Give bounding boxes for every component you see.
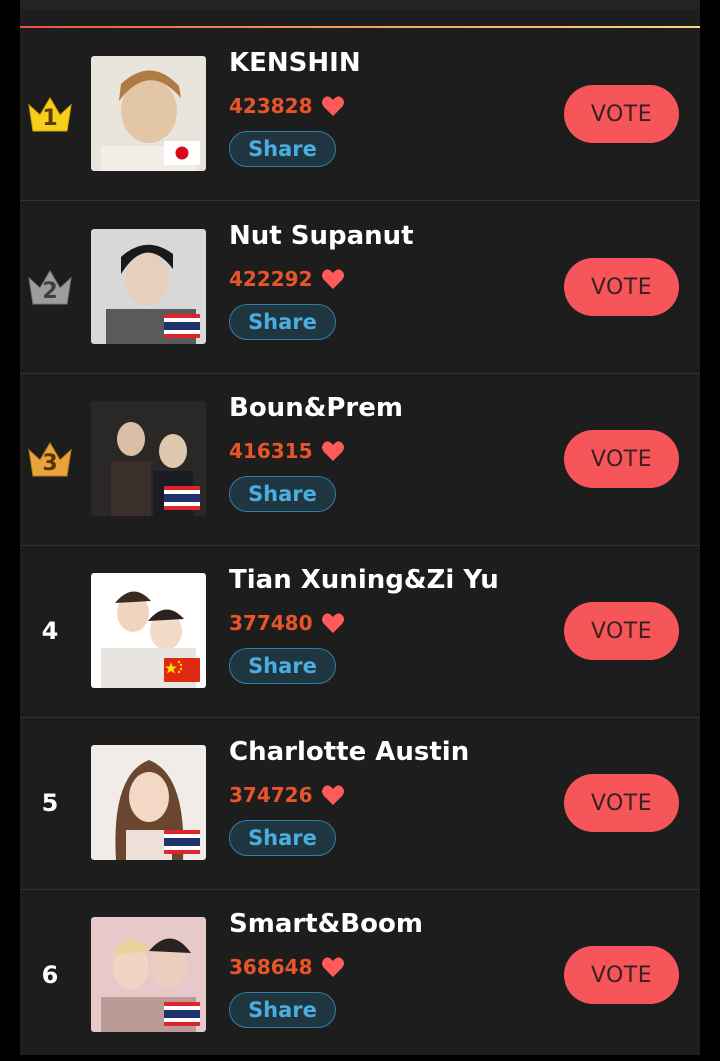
vote-count: 368648 <box>229 955 345 979</box>
vote-button[interactable]: VOTE <box>564 946 679 1004</box>
heart-icon <box>321 441 344 461</box>
rank-badge: 3 <box>20 373 80 545</box>
share-button[interactable]: Share <box>229 820 336 856</box>
ranking-row: 5 Charlotte Austin 374726 Share VOTE <box>20 717 700 890</box>
vote-count: 423828 <box>229 94 345 118</box>
heart-icon <box>321 96 344 116</box>
rank-number: 5 <box>41 789 59 817</box>
silver-crown-icon: 2 <box>25 266 75 308</box>
china-flag-icon <box>164 658 200 682</box>
heart-icon <box>321 613 344 633</box>
rank-number: 4 <box>41 617 59 645</box>
vote-count: 416315 <box>229 439 345 463</box>
share-button[interactable]: Share <box>229 131 336 167</box>
vote-count-value: 423828 <box>229 94 313 118</box>
rank-badge: 6 <box>20 889 80 1061</box>
avatar[interactable] <box>91 573 206 688</box>
contestant-name: Nut Supanut <box>229 221 414 251</box>
share-button[interactable]: Share <box>229 648 336 684</box>
bronze-crown-icon: 3 <box>25 438 75 480</box>
contestant-name: Smart&Boom <box>229 909 423 939</box>
vote-button[interactable]: VOTE <box>564 258 679 316</box>
vote-button[interactable]: VOTE <box>564 774 679 832</box>
heart-icon <box>321 957 344 977</box>
avatar[interactable] <box>91 745 206 860</box>
top-bar <box>20 0 700 9</box>
ranking-row: 4 Tian Xuning&Zi Yu 377480 Share VOTE <box>20 545 700 718</box>
vote-button[interactable]: VOTE <box>564 430 679 488</box>
vote-button[interactable]: VOTE <box>564 602 679 660</box>
thailand-flag-icon <box>164 830 200 854</box>
contestant-name: Charlotte Austin <box>229 737 470 767</box>
rank-number: 3 <box>42 451 58 476</box>
rank-number: 1 <box>42 106 58 131</box>
heart-icon <box>321 785 344 805</box>
ranking-row: 3 Boun&Prem 416315 Share VOTE <box>20 373 700 546</box>
vote-count-value: 368648 <box>229 955 313 979</box>
share-button[interactable]: Share <box>229 992 336 1028</box>
vote-button[interactable]: VOTE <box>564 85 679 143</box>
thailand-flag-icon <box>164 1002 200 1026</box>
vote-count-value: 416315 <box>229 439 313 463</box>
share-button[interactable]: Share <box>229 476 336 512</box>
vote-count-value: 374726 <box>229 783 313 807</box>
contestant-name: Boun&Prem <box>229 393 403 423</box>
thailand-flag-icon <box>164 314 200 338</box>
contestant-name: KENSHIN <box>229 48 361 78</box>
vote-count: 422292 <box>229 267 345 291</box>
avatar[interactable] <box>91 401 206 516</box>
heart-icon <box>321 269 344 289</box>
japan-flag-icon <box>164 141 200 165</box>
vote-count: 377480 <box>229 611 345 635</box>
ranking-row: 1 KENSHIN 423828 Share VOTE <box>20 28 700 201</box>
contestant-name: Tian Xuning&Zi Yu <box>229 565 499 595</box>
ranking-panel: 1 KENSHIN 423828 Share VOTE 2 Nut Supanu… <box>20 0 700 1055</box>
ranking-row: 2 Nut Supanut 422292 Share VOTE <box>20 201 700 374</box>
gold-crown-icon: 1 <box>25 93 75 135</box>
rank-badge: 2 <box>20 201 80 373</box>
avatar[interactable] <box>91 56 206 171</box>
thailand-flag-icon <box>164 486 200 510</box>
rank-number: 2 <box>42 279 58 304</box>
rank-badge: 4 <box>20 545 80 717</box>
avatar[interactable] <box>91 229 206 344</box>
vote-count-value: 377480 <box>229 611 313 635</box>
rank-badge: 1 <box>20 28 80 200</box>
avatar[interactable] <box>91 917 206 1032</box>
rank-number: 6 <box>41 961 59 989</box>
share-button[interactable]: Share <box>229 304 336 340</box>
vote-count: 374726 <box>229 783 345 807</box>
ranking-row: 6 Smart&Boom 368648 Share VOTE <box>20 889 700 1061</box>
vote-count-value: 422292 <box>229 267 313 291</box>
rank-badge: 5 <box>20 717 80 889</box>
